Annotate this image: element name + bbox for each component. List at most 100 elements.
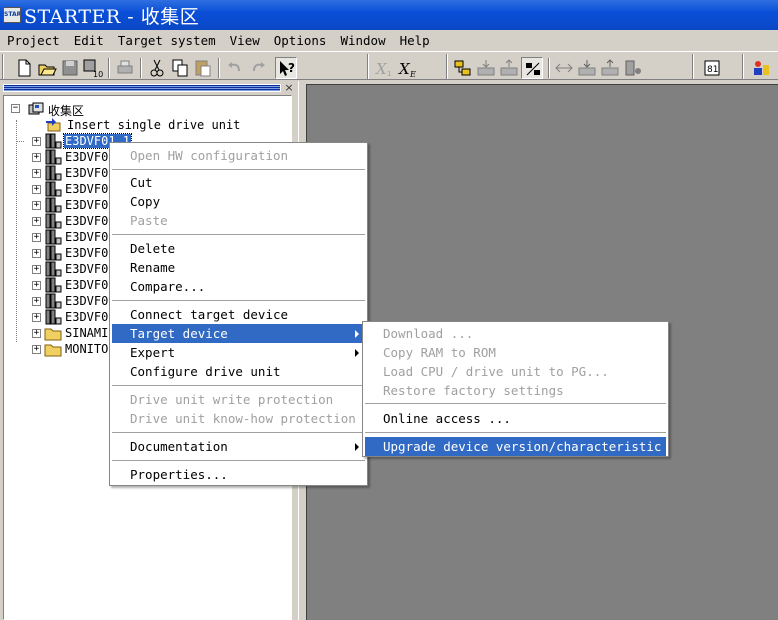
device-config-button[interactable] (622, 57, 644, 79)
drive-unit-icon (45, 165, 62, 181)
menu-separator (112, 385, 365, 386)
upload-button[interactable] (498, 57, 520, 79)
menu-documentation[interactable]: Documentation (112, 437, 365, 456)
redo-button[interactable] (247, 57, 269, 79)
menu-separator (112, 432, 365, 433)
menu-expert-label: Expert (130, 345, 176, 360)
expand-icon[interactable]: + (32, 313, 41, 322)
xref-x1-button[interactable]: X1 (373, 57, 395, 79)
toolbar-target (447, 54, 643, 79)
toolbar-separator (218, 58, 220, 78)
download-button[interactable] (475, 57, 497, 79)
diagnostics-icon: 81 (704, 60, 720, 76)
help-context-button[interactable]: ? (275, 57, 297, 79)
submenu-arrow-icon (355, 443, 359, 451)
diagnostics-button[interactable]: 81 (701, 57, 723, 79)
menu-configure-drive-unit[interactable]: Configure drive unit (112, 362, 365, 381)
load-cpu-button[interactable] (599, 57, 621, 79)
menu-restore-factory-settings[interactable]: Restore factory settings (365, 381, 666, 400)
cut-button[interactable] (146, 57, 168, 79)
menu-copy[interactable]: Copy (112, 192, 365, 211)
save-icon (62, 60, 78, 76)
menu-copy-ram-to-rom[interactable]: Copy RAM to ROM (365, 343, 666, 362)
tree-item-label: E3DVF0 (65, 262, 109, 276)
toolbar-diagnostics: 81 (693, 54, 727, 79)
menu-target-device[interactable]: Target device (112, 324, 365, 343)
menu-drive-unit-know-how-protection[interactable]: Drive unit know-how protection (112, 409, 365, 428)
expand-icon[interactable]: + (32, 137, 41, 146)
expand-icon[interactable]: + (32, 281, 41, 290)
menu-bar: Project Edit Target system View Options … (0, 31, 778, 50)
menu-project[interactable]: Project (0, 31, 67, 50)
open-project-button[interactable] (36, 57, 58, 79)
collapse-icon[interactable]: − (11, 104, 20, 113)
expand-icon[interactable]: + (32, 345, 41, 354)
save-button[interactable] (59, 57, 81, 79)
svg-text:81: 81 (707, 65, 718, 75)
online-mode-button[interactable] (521, 57, 543, 79)
paste-button[interactable] (192, 57, 214, 79)
user-settings-button[interactable] (750, 57, 772, 79)
menu-separator (365, 403, 666, 404)
expand-icon[interactable]: + (32, 153, 41, 162)
expand-icon[interactable]: + (32, 233, 41, 242)
xref-xe-button[interactable]: XE (397, 57, 419, 79)
project-icon (28, 102, 44, 115)
compare-button[interactable] (553, 57, 575, 79)
menu-connect-target-device[interactable]: Connect target device (112, 305, 365, 324)
menu-help[interactable]: Help (393, 31, 437, 50)
menu-online-access[interactable]: Online access ... (365, 409, 666, 428)
starter-app-icon[interactable]: STARTER (3, 7, 21, 23)
menu-target-system[interactable]: Target system (111, 31, 223, 50)
print-button[interactable] (114, 57, 136, 79)
toolbar-xref: X1 XE (368, 54, 422, 79)
expand-icon[interactable]: + (32, 201, 41, 210)
menu-documentation-label: Documentation (130, 439, 228, 454)
close-icon[interactable]: × (283, 82, 295, 94)
tree-item-label: Insert single drive unit (67, 118, 241, 132)
drive-unit-icon (45, 309, 62, 325)
menu-drive-unit-write-protection[interactable]: Drive unit write protection (112, 390, 365, 409)
menu-view[interactable]: View (223, 31, 267, 50)
save-compile-button[interactable]: 10 (82, 57, 104, 79)
upload-icon (500, 59, 518, 76)
accessible-nodes-button[interactable] (452, 57, 474, 79)
tree-item-label: E3DVF0 (65, 214, 109, 228)
menu-options[interactable]: Options (267, 31, 334, 50)
expand-icon[interactable]: + (32, 169, 41, 178)
download-icon (477, 60, 495, 76)
menu-delete[interactable]: Delete (112, 239, 365, 258)
svg-text:?: ? (288, 61, 295, 75)
target-device-submenu: Download ... Copy RAM to ROM Load CPU / … (362, 321, 669, 457)
menu-paste[interactable]: Paste (112, 211, 365, 230)
menu-expert[interactable]: Expert (112, 343, 365, 362)
undo-button[interactable] (224, 57, 246, 79)
open-folder-icon (38, 64, 57, 76)
menu-rename[interactable]: Rename (112, 258, 365, 277)
menu-window[interactable]: Window (333, 31, 392, 50)
copy-button[interactable] (169, 57, 191, 79)
menu-edit[interactable]: Edit (67, 31, 111, 50)
menu-open-hw-configuration[interactable]: Open HW configuration (112, 146, 365, 165)
undo-icon (228, 62, 240, 72)
expand-icon[interactable]: + (32, 265, 41, 274)
expand-icon[interactable]: + (32, 185, 41, 194)
expand-icon[interactable]: + (32, 217, 41, 226)
expand-icon[interactable]: + (32, 329, 41, 338)
menu-upgrade-device-version[interactable]: Upgrade device version/characteristic (365, 437, 666, 456)
expand-icon[interactable]: + (32, 297, 41, 306)
drive-unit-icon (45, 229, 62, 245)
menu-separator (365, 432, 666, 433)
load-to-pg-button[interactable] (576, 57, 598, 79)
menu-properties[interactable]: Properties... (112, 465, 365, 484)
menu-download[interactable]: Download ... (365, 324, 666, 343)
submenu-arrow-icon (355, 349, 359, 357)
expand-icon[interactable]: + (32, 249, 41, 258)
project-navigator-caption[interactable] (3, 84, 281, 92)
menu-load-cpu-to-pg[interactable]: Load CPU / drive unit to PG... (365, 362, 666, 381)
menu-compare[interactable]: Compare... (112, 277, 365, 296)
tree-item-label: E3DVF0 (65, 166, 109, 180)
new-project-button[interactable] (13, 57, 35, 79)
menu-cut[interactable]: Cut (112, 173, 365, 192)
tree-item-label: E3DVF0 (65, 182, 109, 196)
